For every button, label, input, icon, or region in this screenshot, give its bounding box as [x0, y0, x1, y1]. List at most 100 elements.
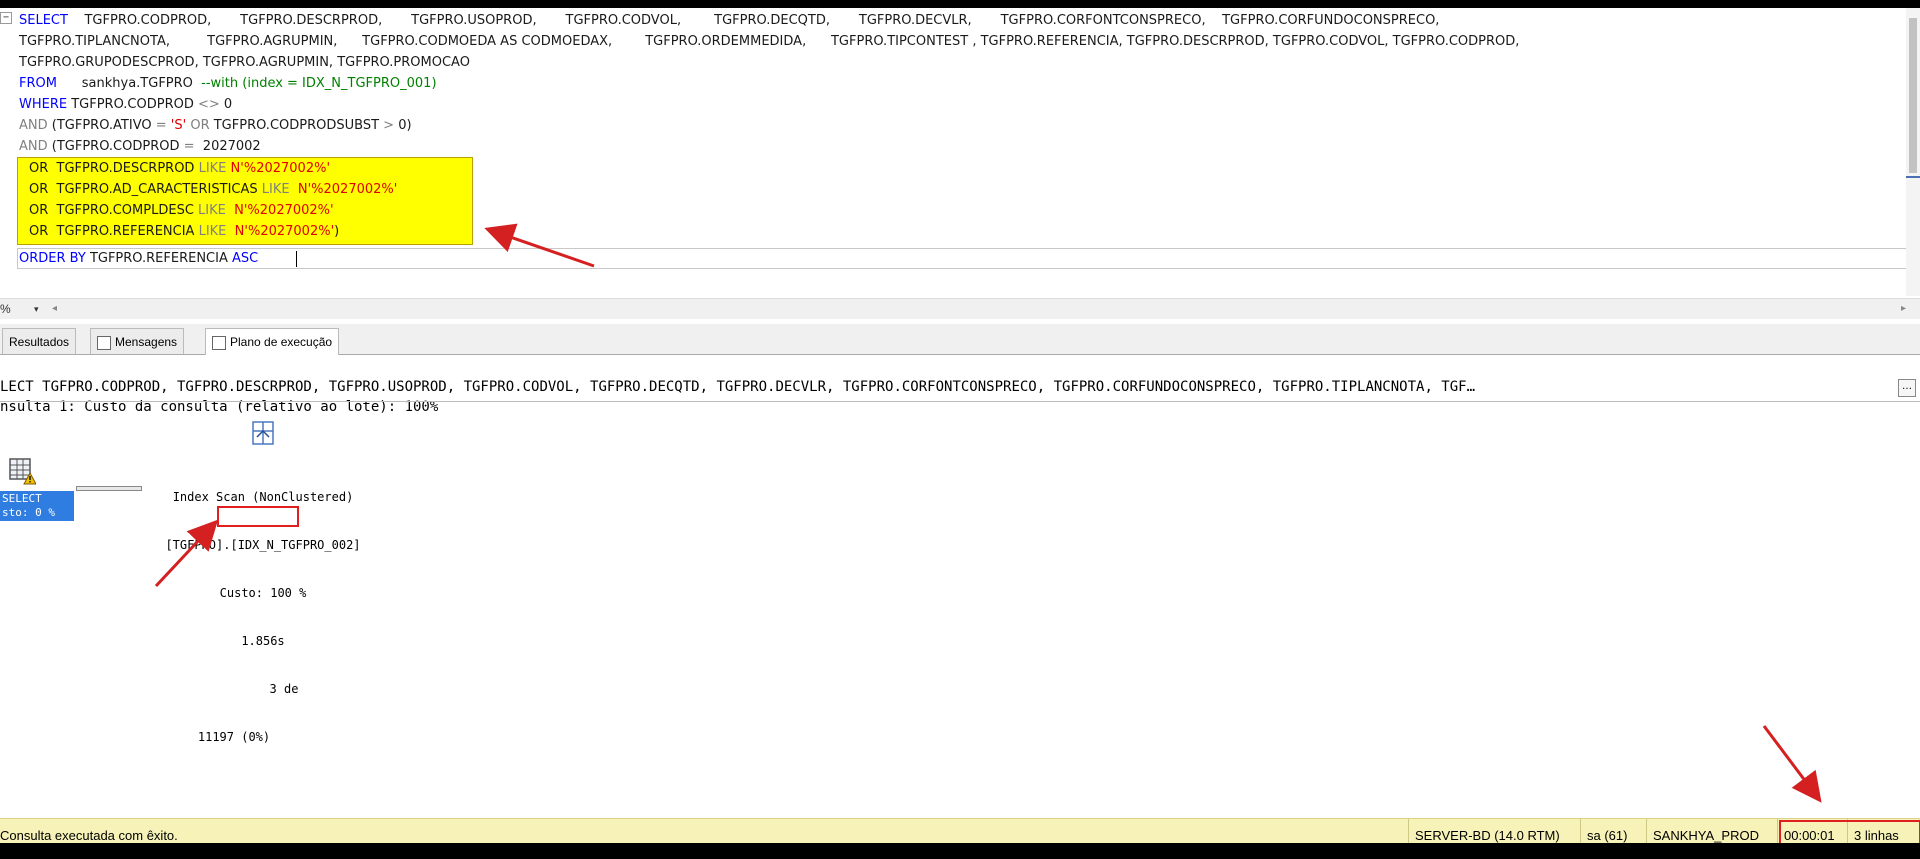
status-annotation-box	[1779, 820, 1920, 843]
code-token: LIKE	[198, 161, 227, 176]
code-line: OR TGFPRO.AD_CARACTERISTICAS LIKE N'%202…	[29, 179, 397, 200]
tab-resultados[interactable]: Resultados	[2, 328, 77, 354]
code-token: LIKE	[198, 224, 227, 239]
code-token: 'S'	[170, 118, 187, 133]
code-token: N'%2027002%'	[289, 182, 398, 197]
current-line	[17, 248, 1907, 269]
tab-label: Mensagens	[115, 335, 178, 349]
code-token: --with (index = IDX_N_TGFPRO_001)	[201, 76, 437, 91]
code-token: ASC	[232, 251, 259, 266]
ssms-window: − SELECT TGFPRO.CODPROD, TGFPRO.DESCRPRO…	[0, 8, 1920, 843]
query-cost-line: nsulta 1: Custo da consulta (relativo ao…	[0, 399, 439, 415]
expand-query-button[interactable]: …	[1898, 379, 1916, 397]
zoom-level[interactable]: %	[0, 299, 11, 319]
code-token: 0	[219, 97, 233, 112]
zoom-bar: % ▾ ◂ ▸	[0, 298, 1920, 319]
code-token: =	[155, 118, 167, 133]
scroll-right-icon[interactable]: ▸	[1901, 299, 1906, 319]
zoom-dropdown-icon[interactable]: ▾	[34, 299, 39, 319]
status-database: SANKHYA_PROD	[1646, 819, 1765, 843]
code-token: ORDER BY	[19, 251, 86, 266]
code-token: 2027002	[194, 139, 261, 154]
index-name: [TGFPRO].[IDX_N_TGFPRO_002]	[165, 538, 361, 552]
query-editor[interactable]: − SELECT TGFPRO.CODPROD, TGFPRO.DESCRPRO…	[0, 8, 1920, 296]
code-token: TGFPRO.CODPROD, TGFPRO.DESCRPROD, TGFPRO…	[67, 13, 1440, 28]
code-token: OR	[29, 224, 49, 239]
select-operator-icon[interactable]	[8, 457, 36, 485]
query-text: SELECT TGFPRO.CODPROD, TGFPRO.DESCRPROD,…	[19, 10, 1519, 157]
tab-mensagens[interactable]: Mensagens	[90, 328, 185, 354]
code-token: >	[383, 118, 395, 133]
code-token: OR	[29, 182, 49, 197]
code-token: TGFPRO.AD_CARACTERISTICAS	[48, 182, 262, 197]
code-token: 0)	[394, 118, 412, 133]
code-line: OR TGFPRO.DESCRPROD LIKE N'%2027002%'	[29, 158, 397, 179]
code-token: LIKE	[261, 182, 290, 197]
code-token: FROM	[19, 76, 57, 91]
code-token: N'%2027002%'	[226, 161, 331, 176]
code-line: WHERE TGFPRO.CODPROD <> 0	[19, 94, 1519, 115]
code-token: OR	[29, 161, 49, 176]
select-operator-cost: sto: 0 %	[2, 506, 55, 519]
code-token: WHERE	[19, 97, 68, 112]
code-token: LIKE	[198, 203, 226, 218]
code-token: (TGFPRO.CODPROD	[47, 139, 184, 154]
code-token: TGFPRO.DESCRPROD	[48, 161, 199, 176]
code-token: SELECT	[19, 13, 68, 28]
scroll-left-icon[interactable]: ◂	[52, 299, 57, 319]
index-scan-node[interactable]: Index Scan (NonClustered) [TGFPRO].[IDX_…	[148, 457, 378, 777]
code-line: OR TGFPRO.COMPLDESC LIKE N'%2027002%'	[29, 200, 397, 221]
highlighted-query-text: OR TGFPRO.DESCRPROD LIKE N'%2027002%' OR …	[29, 158, 397, 242]
code-token: TGFPRO.TIPLANCNOTA, TGFPRO.AGRUPMIN, TGF…	[19, 34, 1520, 49]
status-user: sa (61)	[1580, 819, 1633, 843]
order-by-line: ORDER BY TGFPRO.REFERENCIA ASC	[19, 248, 258, 269]
status-server: SERVER-BD (14.0 RTM)	[1408, 819, 1566, 843]
code-token: )	[334, 224, 340, 239]
code-token: =	[183, 139, 195, 154]
operator-cost: Custo: 100 %	[219, 586, 307, 600]
plan-connector-arrow	[76, 486, 142, 491]
code-token: OR	[186, 118, 210, 133]
code-line: SELECT TGFPRO.CODPROD, TGFPRO.DESCRPROD,…	[19, 10, 1519, 31]
select-operator-node[interactable]: SELECT sto: 0 %	[0, 491, 74, 521]
code-line: AND (TGFPRO.CODPROD = 2027002	[19, 136, 1519, 157]
code-token: N'%2027002%'	[225, 203, 334, 218]
code-token: TGFPRO.REFERENCIA	[48, 224, 199, 239]
results-tabs: Resultados Mensagens Plano de execução	[0, 324, 1920, 355]
elapsed-time-annotation-box	[217, 506, 299, 527]
tab-label: Plano de execução	[230, 335, 333, 349]
execution-plan-icon	[212, 335, 226, 350]
status-message: Consulta executada com êxito.	[0, 828, 178, 843]
index-scan-icon[interactable]	[250, 419, 276, 447]
scroll-position-marker	[1906, 176, 1920, 178]
code-line: TGFPRO.GRUPODESCPROD, TGFPRO.AGRUPMIN, T…	[19, 52, 1519, 73]
tab-plano-de-execucao[interactable]: Plano de execução	[205, 328, 340, 355]
code-token: N'%2027002%'	[226, 224, 335, 239]
operator-name: Index Scan (NonClustered)	[172, 490, 354, 504]
code-token: AND	[19, 139, 48, 154]
tab-label: Resultados	[9, 335, 70, 349]
code-token: <>	[198, 97, 220, 112]
execution-plan-panel: nsulta 1: Custo da consulta (relativo ao…	[0, 357, 1920, 827]
plan-divider	[0, 401, 1920, 402]
query-text-line: LECT TGFPRO.CODPROD, TGFPRO.DESCRPROD, T…	[0, 379, 1476, 395]
code-token: TGFPRO.GRUPODESCPROD, TGFPRO.AGRUPMIN, T…	[19, 55, 470, 70]
operator-elapsed-time: 1.856s	[241, 634, 285, 648]
code-token: TGFPRO.CODPRODSUBST	[209, 118, 384, 133]
select-operator-label: SELECT	[2, 492, 42, 505]
code-line: FROM sankhya.TGFPRO --with (index = IDX_…	[19, 73, 1519, 94]
scrollbar-thumb[interactable]	[1909, 18, 1917, 173]
code-line: AND (TGFPRO.ATIVO = 'S' OR TGFPRO.CODPRO…	[19, 115, 1519, 136]
collapse-toggle[interactable]: −	[0, 12, 12, 24]
code-token: (TGFPRO.ATIVO	[47, 118, 156, 133]
code-line: OR TGFPRO.REFERENCIA LIKE N'%2027002%')	[29, 221, 397, 242]
code-token: TGFPRO.REFERENCIA	[85, 251, 232, 266]
code-token: AND	[19, 118, 48, 133]
code-token: TGFPRO.COMPLDESC	[48, 203, 199, 218]
status-bar: Consulta executada com êxito. SERVER-BD …	[0, 818, 1920, 843]
code-token: TGFPRO.CODPROD	[67, 97, 198, 112]
code-token: sankhya.TGFPRO	[56, 76, 202, 91]
code-line: TGFPRO.TIPLANCNOTA, TGFPRO.AGRUPMIN, TGF…	[19, 31, 1519, 52]
messages-icon	[97, 335, 111, 350]
editor-vertical-scrollbar[interactable]	[1906, 8, 1920, 296]
